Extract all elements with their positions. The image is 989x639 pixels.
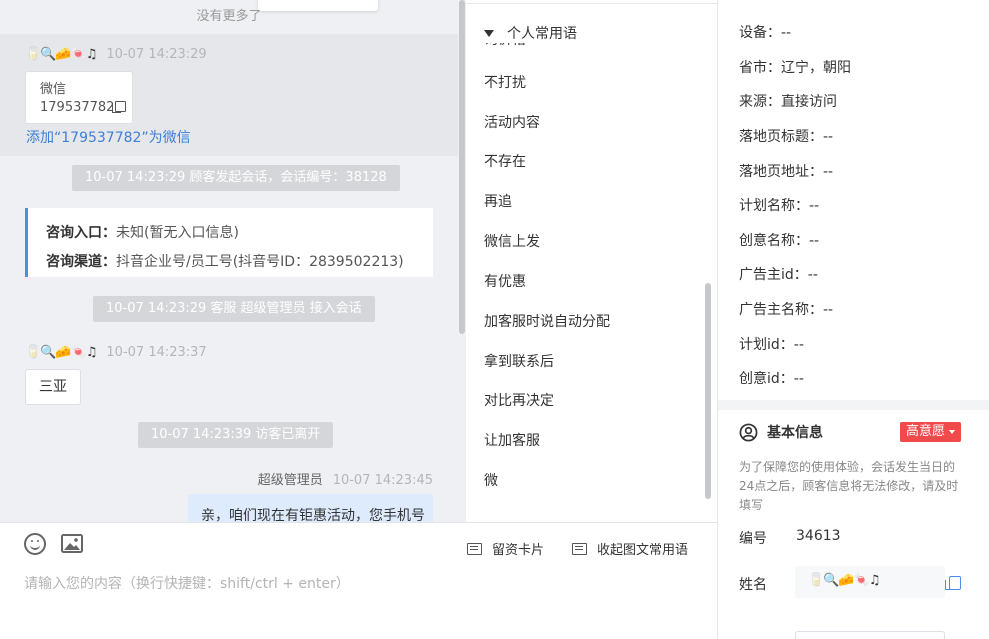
wechat-card-id: 179537782: [40, 99, 132, 117]
image-icon[interactable]: [61, 534, 83, 553]
message-header: 🥛🔍🧀🍬♫ 10-07 14:23:29: [25, 45, 207, 63]
edit-notice: 为了保障您的使用体验，会话发生当日的24点之后，顾客信息将无法修改，请及时填写: [739, 460, 959, 512]
system-notice: 10-07 14:23:29 顾客发起会话，会话编号：38128: [72, 165, 400, 191]
name-label: 姓名: [739, 577, 767, 593]
visitor-field-device: 设备：--: [739, 25, 792, 41]
copy-icon[interactable]: [112, 101, 127, 113]
chat-panel: 没有更多了 🥛🔍🧀🍬♫ 10-07 14:23:29 微信 179537782 …: [0, 0, 466, 522]
agent-name: 超级管理员: [257, 473, 323, 488]
visitor-message-bubble: 三亚: [25, 369, 81, 405]
consult-entry: 咨询入口：未知(暂无入口信息): [46, 225, 239, 241]
emoji-icon[interactable]: [24, 533, 46, 555]
add-wechat-link[interactable]: 添加“179537782”为微信: [26, 127, 191, 147]
visitor-field-creative-id: 创意id：--: [739, 371, 804, 387]
visitor-field-plan-name: 计划名称：--: [739, 198, 820, 214]
message-icon: [572, 542, 587, 555]
phrase-item[interactable]: 有优惠: [484, 271, 526, 291]
phrase-item[interactable]: 微信上发: [484, 231, 540, 251]
consult-info-card: 咨询入口：未知(暂无入口信息) 咨询渠道：抖音企业号/员工号(抖音号ID：283…: [25, 208, 433, 277]
visitor-field-plan-id: 计划id：--: [739, 337, 804, 353]
message-input[interactable]: [24, 573, 684, 595]
phrase-item[interactable]: 加客服时说自动分配: [484, 311, 610, 331]
lead-card-button[interactable]: 留资卡片: [467, 539, 544, 558]
caret-down-icon: [484, 29, 494, 37]
no-more-hint: 没有更多了: [196, 9, 262, 24]
visitor-field-region: 省市：辽宁，朝阳: [739, 60, 851, 76]
agent-message-header: 超级管理员 10-07 14:23:45: [258, 469, 433, 488]
composer: 留资卡片 收起图文常用语: [0, 522, 717, 639]
visitor-name: 🥛🔍🧀🍬♫: [25, 344, 97, 360]
visitor-field-creative-name: 创意名称：--: [739, 233, 820, 249]
consult-channel: 咨询渠道：抖音企业号/员工号(抖音号ID：2839502213): [46, 254, 404, 270]
user-circle-icon: [739, 423, 758, 441]
next-field[interactable]: [795, 631, 945, 639]
phrase-item[interactable]: 对比再决定: [484, 390, 554, 410]
message-header: 🥛🔍🧀🍬♫ 10-07 14:23:37: [25, 343, 207, 361]
visitor-name: 🥛🔍🧀🍬♫: [25, 46, 97, 62]
basic-info-title: 基本信息: [739, 422, 823, 442]
message-time: 10-07 14:23:37: [106, 344, 207, 360]
collapse-phrases-button[interactable]: 收起图文常用语: [572, 539, 688, 558]
id-label: 编号: [739, 531, 767, 547]
intent-dropdown[interactable]: 高意愿: [900, 422, 962, 442]
caret-down-icon: [949, 430, 956, 434]
message-time: 10-07 14:23:29: [106, 46, 207, 62]
name-field[interactable]: 🥛🔍🧀🍬♫: [795, 566, 945, 598]
phrase-group-header[interactable]: 个人常用语: [484, 23, 577, 43]
divider: [466, 0, 717, 4]
phrase-item[interactable]: 活动内容: [484, 112, 540, 132]
visitor-field-advertiser-id: 广告主id：--: [739, 267, 818, 283]
id-value: 34613: [796, 528, 841, 544]
agent-message-bubble: 亲，咱们现在有钜惠活动，您手机号: [188, 494, 433, 522]
wechat-card: 微信 179537782: [25, 71, 133, 124]
visitor-field-advertiser-name: 广告主名称：--: [739, 302, 834, 318]
visitor-field-landing-title: 落地页标题：--: [739, 129, 834, 145]
phrase-item[interactable]: 再追: [484, 191, 512, 211]
phrases-panel: 询价格 个人常用语 不打扰 活动内容 不存在 再追 微信上发 有优惠 加客服时说…: [466, 0, 717, 522]
copy-icon[interactable]: [945, 576, 961, 590]
phrase-item[interactable]: 拿到联系后: [484, 351, 554, 371]
system-notice: 10-07 14:23:29 客服 超级管理员 接入会话: [93, 296, 375, 322]
phrases-scrollbar[interactable]: [705, 283, 711, 499]
chat-scrollbar[interactable]: [459, 0, 465, 334]
visitor-field-source: 来源：直接访问: [739, 94, 837, 110]
visitor-field-partial: -: [739, 0, 744, 4]
phrase-item[interactable]: 不存在: [484, 151, 526, 171]
message-time: 10-07 14:23:45: [332, 473, 433, 488]
phrase-item[interactable]: 不打扰: [484, 72, 526, 92]
visitor-field-landing-url: 落地页地址：--: [739, 164, 834, 180]
phrase-item[interactable]: 让加客服: [484, 430, 540, 450]
section-divider: [718, 400, 989, 410]
wechat-card-title: 微信: [40, 82, 67, 97]
visitor-info-panel: - 设备：-- 省市：辽宁，朝阳 来源：直接访问 落地页标题：-- 落地页地址：…: [717, 0, 989, 639]
system-notice: 10-07 14:23:39 访客已离开: [138, 422, 334, 448]
phrase-item[interactable]: 微: [484, 470, 498, 490]
message-icon: [467, 542, 482, 555]
